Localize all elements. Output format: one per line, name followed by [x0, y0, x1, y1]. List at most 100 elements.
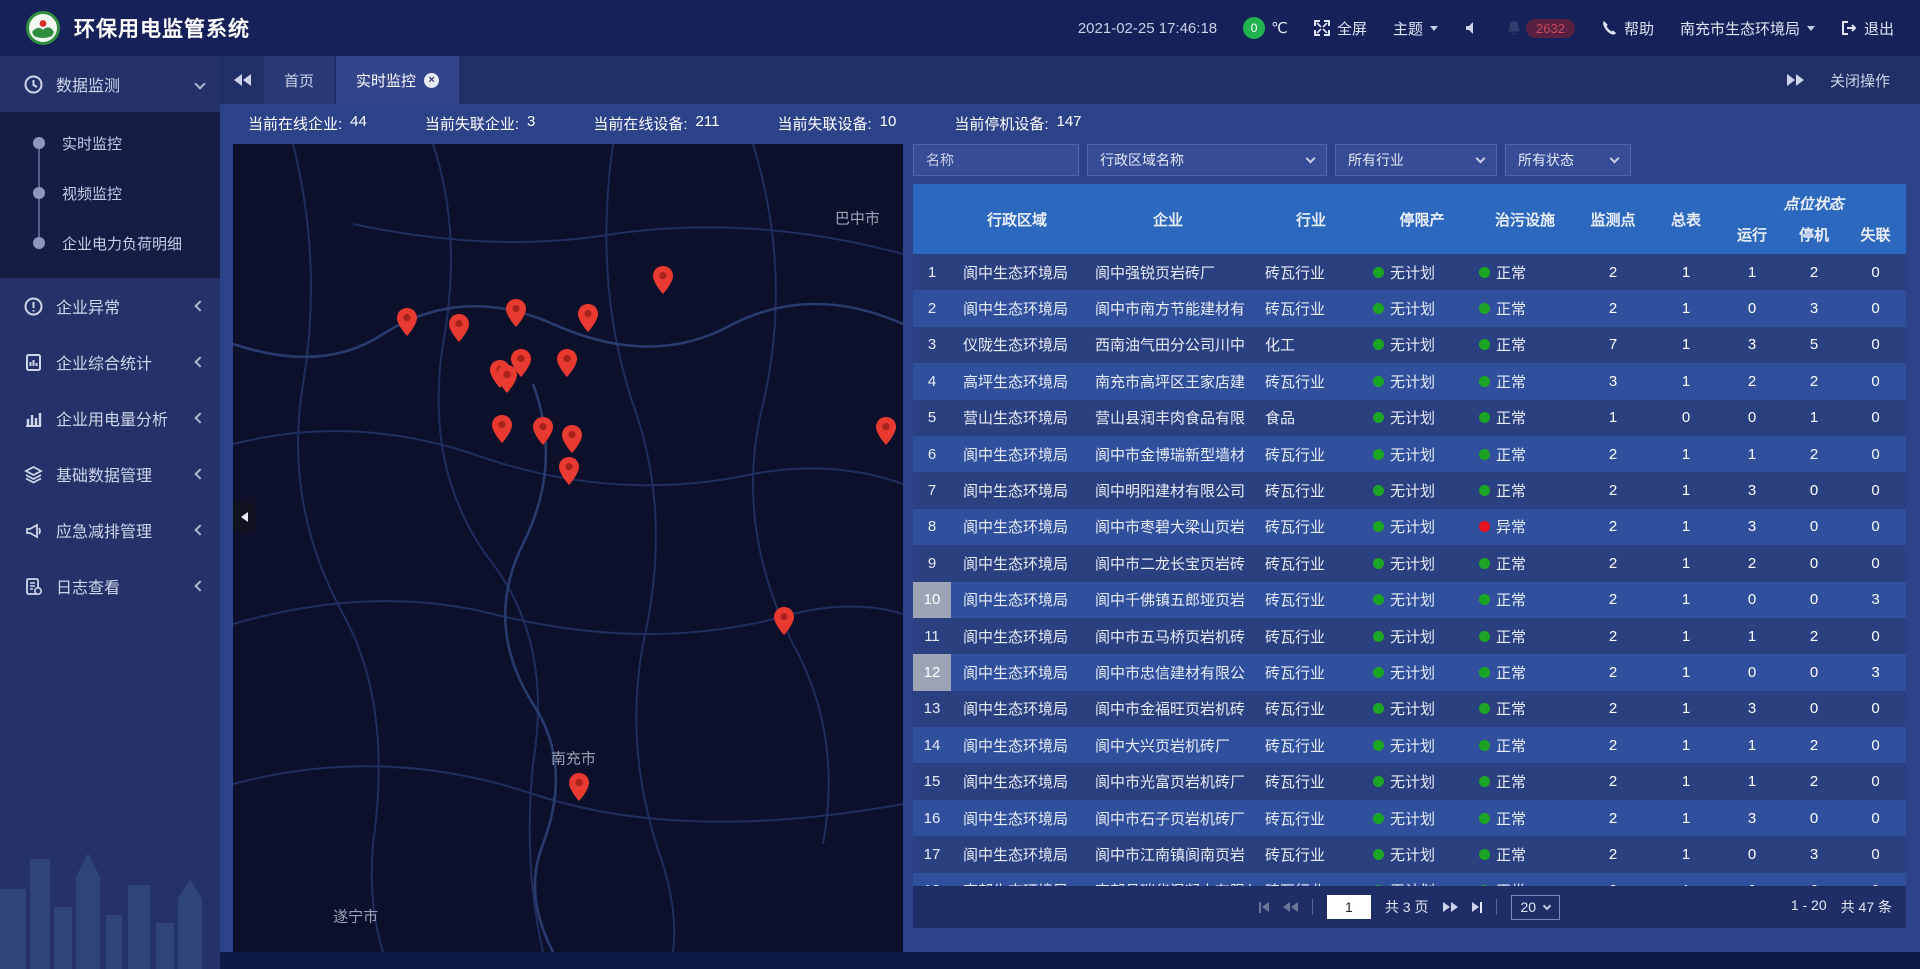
cell-company: 阆中市金博瑞新型墙材: [1083, 436, 1253, 472]
cell-facility: 正常: [1475, 873, 1575, 886]
tabs-scroll-right-button[interactable]: [1787, 74, 1804, 86]
last-page-button[interactable]: [1472, 902, 1482, 913]
region-filter-select[interactable]: 行政区域名称: [1087, 144, 1327, 176]
cell-index: 11: [913, 618, 951, 654]
map-pin-icon[interactable]: [449, 314, 469, 342]
table-row[interactable]: 13 阆中生态环境局 阆中市金福旺页岩机砖 砖瓦行业 无计划 正常 2 1 3 …: [913, 691, 1906, 727]
cell-production: 无计划: [1369, 436, 1475, 472]
cell-meters: 1: [1651, 691, 1721, 727]
sidebar-item-emergency-reduction[interactable]: 应急减排管理: [0, 502, 220, 558]
sidebar-item-power-analysis[interactable]: 企业用电量分析: [0, 390, 220, 446]
name-filter-input[interactable]: [913, 144, 1079, 176]
cell-region: 南部生态环境局: [951, 873, 1083, 886]
table-row[interactable]: 4 高坪生态环境局 南充市高坪区王家店建 砖瓦行业 无计划 正常 3 1 2 2…: [913, 363, 1906, 399]
help-button[interactable]: 帮助: [1601, 18, 1654, 39]
sidebar-item-enterprise-abnormal[interactable]: 企业异常: [0, 278, 220, 334]
sidebar-item-video-monitoring[interactable]: 视频监控: [0, 168, 220, 218]
table-row[interactable]: 9 阆中生态环境局 阆中市二龙长宝页岩砖 砖瓦行业 无计划 正常 2 1 2 0…: [913, 545, 1906, 581]
theme-dropdown[interactable]: 主题: [1393, 18, 1438, 39]
map-pin-icon[interactable]: [557, 349, 577, 377]
cell-points: 2: [1575, 873, 1651, 886]
table-row[interactable]: 2 阆中生态环境局 阆中市南方节能建材有 砖瓦行业 无计划 正常 2 1 0 3…: [913, 290, 1906, 326]
map-pin-icon[interactable]: [569, 773, 589, 801]
close-operations-button[interactable]: 关闭操作: [1830, 70, 1890, 91]
map-pin-icon[interactable]: [774, 607, 794, 635]
cell-running: 3: [1721, 691, 1783, 727]
logout-button[interactable]: 退出: [1841, 18, 1894, 39]
map-pin-icon[interactable]: [876, 417, 896, 445]
prev-page-button[interactable]: [1283, 902, 1298, 912]
tab-home[interactable]: 首页: [264, 56, 334, 104]
table-row[interactable]: 5 营山生态环境局 营山县润丰肉食品有限 食品 无计划 正常 1 0 0 1 0: [913, 400, 1906, 436]
page-number-input[interactable]: [1327, 895, 1371, 919]
map-pin-icon[interactable]: [533, 417, 553, 445]
column-group-label: 点位状态: [1721, 193, 1906, 224]
map-pin-icon[interactable]: [578, 304, 598, 332]
table-row[interactable]: 12 阆中生态环境局 阆中市忠信建材有限公 砖瓦行业 无计划 正常 2 1 0 …: [913, 654, 1906, 690]
map-pin-icon[interactable]: [506, 299, 526, 327]
table-row[interactable]: 6 阆中生态环境局 阆中市金博瑞新型墙材 砖瓦行业 无计划 正常 2 1 1 2…: [913, 436, 1906, 472]
next-page-button[interactable]: [1443, 902, 1458, 912]
table-row[interactable]: 16 阆中生态环境局 阆中市石子页岩机砖厂 砖瓦行业 无计划 正常 2 1 3 …: [913, 800, 1906, 836]
cell-industry: 砖瓦行业: [1253, 436, 1369, 472]
column-header-industry: 行业: [1253, 184, 1369, 254]
cell-points: 2: [1575, 836, 1651, 872]
table-row[interactable]: 7 阆中生态环境局 阆中明阳建材有限公司 砖瓦行业 无计划 正常 2 1 3 0…: [913, 472, 1906, 508]
map-canvas[interactable]: 巴中市南充市遂宁市: [233, 144, 903, 952]
sidebar-item-data-monitoring[interactable]: 数据监测: [0, 56, 220, 112]
cell-offline: 0: [1845, 509, 1906, 545]
industry-filter-select[interactable]: 所有行业: [1335, 144, 1497, 176]
cell-points: 2: [1575, 763, 1651, 799]
cell-running: 0: [1721, 290, 1783, 326]
pagination-separator: [1312, 899, 1313, 915]
sidebar-item-power-load-detail[interactable]: 企业电力负荷明细: [0, 218, 220, 268]
sidebar-item-enterprise-statistics[interactable]: 企业综合统计: [0, 334, 220, 390]
sidebar-item-realtime-monitoring[interactable]: 实时监控: [0, 118, 220, 168]
map-pin-icon[interactable]: [511, 349, 531, 377]
cell-company: 阆中市金福旺页岩机砖: [1083, 691, 1253, 727]
cell-meters: 1: [1651, 290, 1721, 326]
map-pin-icon[interactable]: [559, 457, 579, 485]
tabs-scroll-left-button[interactable]: [220, 56, 264, 104]
tab-realtime-monitoring[interactable]: 实时监控 ×: [336, 56, 459, 104]
cell-running: 0: [1721, 873, 1783, 886]
table-row[interactable]: 10 阆中生态环境局 阆中千佛镇五郎垭页岩 砖瓦行业 无计划 正常 2 1 0 …: [913, 582, 1906, 618]
table-row[interactable]: 17 阆中生态环境局 阆中市江南镇阆南页岩 砖瓦行业 无计划 正常 2 1 0 …: [913, 836, 1906, 872]
status-dot-icon: [1479, 740, 1490, 751]
map-pin-icon[interactable]: [492, 415, 512, 443]
map-roads: [233, 144, 903, 952]
status-dot-icon: [1373, 703, 1384, 714]
table-row[interactable]: 18 南部生态环境局 南部县瑞华混凝土有限公 砖瓦行业 无计划 正常 2 1 0…: [913, 873, 1906, 886]
fullscreen-button[interactable]: 全屏: [1314, 18, 1367, 39]
tab-close-icon[interactable]: ×: [424, 73, 439, 88]
map-pin-icon[interactable]: [562, 425, 582, 453]
table-row[interactable]: 11 阆中生态环境局 阆中市五马桥页岩机砖 砖瓦行业 无计划 正常 2 1 1 …: [913, 618, 1906, 654]
org-dropdown[interactable]: 南充市生态环境局: [1680, 18, 1815, 39]
sidebar-item-base-data[interactable]: 基础数据管理: [0, 446, 220, 502]
cell-offline: 0: [1845, 727, 1906, 763]
volume-button[interactable]: [1464, 20, 1480, 36]
table-row[interactable]: 3 仪陇生态环境局 西南油气田分公司川中 化工 无计划 正常 7 1 3 5 0: [913, 327, 1906, 363]
sidebar-item-log-view[interactable]: 日志查看: [0, 558, 220, 614]
status-filter-select[interactable]: 所有状态: [1505, 144, 1631, 176]
gauge-icon: [24, 75, 43, 94]
map-pin-icon[interactable]: [397, 308, 417, 336]
table-row[interactable]: 14 阆中生态环境局 阆中大兴页岩机砖厂 砖瓦行业 无计划 正常 2 1 1 2…: [913, 727, 1906, 763]
table-row[interactable]: 8 阆中生态环境局 阆中市枣碧大梁山页岩 砖瓦行业 无计划 异常 2 1 3 0…: [913, 509, 1906, 545]
table-row[interactable]: 1 阆中生态环境局 阆中强锐页岩砖厂 砖瓦行业 无计划 正常 2 1 1 2 0: [913, 254, 1906, 290]
first-page-button[interactable]: [1259, 902, 1269, 913]
cell-facility: 正常: [1475, 400, 1575, 436]
cell-offline: 0: [1845, 254, 1906, 290]
cell-offline: 0: [1845, 545, 1906, 581]
table-row[interactable]: 15 阆中生态环境局 阆中市光富页岩机砖厂 砖瓦行业 无计划 正常 2 1 1 …: [913, 763, 1906, 799]
map-collapse-button[interactable]: [233, 502, 255, 532]
cell-production: 无计划: [1369, 582, 1475, 618]
status-dot-icon: [1479, 339, 1490, 350]
notifications-button[interactable]: 2632: [1506, 19, 1575, 38]
status-dot-icon: [1373, 339, 1384, 350]
cell-facility: 正常: [1475, 472, 1575, 508]
page-size-select[interactable]: 20: [1511, 895, 1561, 920]
status-dot-icon: [1479, 267, 1490, 278]
cell-meters: 1: [1651, 800, 1721, 836]
map-pin-icon[interactable]: [653, 266, 673, 294]
